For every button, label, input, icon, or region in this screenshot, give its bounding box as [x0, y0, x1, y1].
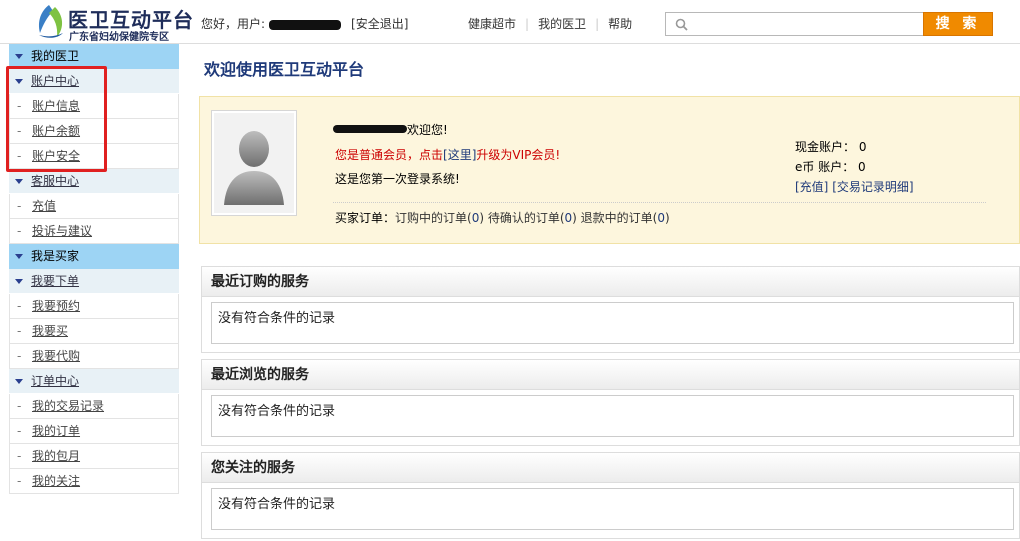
transaction-records-link[interactable]: [交易记录明细]	[832, 180, 913, 194]
user-info-box: 欢迎您! 您是普通会员，点击[这里]升级为VIP会员! 这是您第一次登录系统! …	[199, 96, 1020, 244]
person-silhouette-icon	[224, 131, 284, 205]
account-links: [充值] [交易记录明细]	[795, 177, 914, 197]
sidebar-item-label[interactable]: 充值	[32, 199, 56, 213]
divider	[333, 202, 986, 203]
top-nav: 健康超市 | 我的医卫 | 帮助	[468, 15, 632, 32]
avatar	[211, 110, 297, 216]
search-button[interactable]: 搜 索	[923, 12, 993, 36]
nav-health-market[interactable]: 健康超市	[468, 17, 516, 31]
recharge-link[interactable]: [充值]	[795, 180, 828, 194]
sidebar-item-label[interactable]: 我的包月	[32, 449, 80, 463]
cash-account-row: 现金账户： 0	[795, 137, 914, 157]
panel-empty-message: 没有符合条件的记录	[211, 395, 1014, 437]
user-greeting: 您好，用户: [安全退出]	[201, 15, 408, 32]
triangle-down-icon	[15, 279, 23, 284]
cash-value: 0	[858, 140, 867, 154]
panel-title: 您关注的服务	[202, 453, 1019, 483]
nav-my-yiwei[interactable]: 我的医卫	[538, 17, 586, 31]
sidebar-item-label[interactable]: 投诉与建议	[32, 224, 92, 238]
panel-title: 最近浏览的服务	[202, 360, 1019, 390]
top-bar: 医卫互动平台 广东省妇幼保健院专区 您好，用户: [安全退出] 健康超市 | 我的医卫…	[0, 0, 1020, 44]
sidebar-item-label[interactable]: 我的交易记录	[32, 399, 104, 413]
sidebar-item-label[interactable]: 我的订单	[32, 424, 80, 438]
annotation-highlight-box	[6, 66, 107, 172]
panel-recent-purchases: 最近订购的服务 没有符合条件的记录	[201, 266, 1020, 353]
triangle-down-icon	[15, 54, 23, 59]
sidebar-item-my-orders[interactable]: - 我的订单	[9, 419, 179, 444]
sidebar-group-label[interactable]: 客服中心	[31, 174, 79, 188]
dash-icon: -	[17, 299, 22, 313]
sidebar-item-appointment[interactable]: - 我要预约	[9, 294, 179, 319]
panel-followed-services: 您关注的服务 没有符合条件的记录	[201, 452, 1020, 539]
sidebar-item-label[interactable]: 我的关注	[32, 474, 80, 488]
cash-label: 现金账户：	[795, 140, 856, 154]
sidebar-group-place-order[interactable]: 我要下单	[9, 269, 179, 294]
dash-icon: -	[17, 349, 22, 363]
panel-empty-message: 没有符合条件的记录	[211, 488, 1014, 530]
welcome-text: 欢迎您!	[407, 123, 448, 137]
nav-separator: |	[525, 17, 530, 31]
sidebar-item-proxy-buy[interactable]: - 我要代购	[9, 344, 179, 369]
panel-empty-message: 没有符合条件的记录	[211, 302, 1014, 344]
triangle-down-icon	[15, 254, 23, 259]
greeting-prefix: 您好，用户:	[201, 17, 266, 31]
triangle-down-icon	[15, 379, 23, 384]
dash-icon: -	[17, 324, 22, 338]
sidebar-item-complaints[interactable]: - 投诉与建议	[9, 219, 179, 244]
sidebar-group-service[interactable]: 客服中心	[9, 169, 179, 194]
sidebar-item-following[interactable]: - 我的关注	[9, 469, 179, 494]
dash-icon: -	[17, 399, 22, 413]
logout-link[interactable]: [安全退出]	[351, 17, 408, 31]
nav-separator: |	[595, 17, 600, 31]
sidebar-group-label[interactable]: 我要下单	[31, 274, 79, 288]
sidebar-item-recharge[interactable]: - 充值	[9, 194, 179, 219]
dash-icon: -	[17, 224, 22, 238]
redacted-username	[333, 125, 407, 133]
sidebar-item-transactions[interactable]: - 我的交易记录	[9, 394, 179, 419]
orders-refund-count[interactable]: 0	[657, 211, 665, 225]
sidebar-item-label[interactable]: 我要代购	[32, 349, 80, 363]
ecoin-value: 0	[858, 160, 866, 174]
orders-text: 订购中的订单(	[395, 211, 472, 225]
logo-mark-icon	[39, 5, 63, 38]
buyer-orders-summary: 买家订单：订购中的订单(0) 待确认的订单(0) 退款中的订单(0)	[335, 209, 670, 226]
page-title: 欢迎使用医卫互动平台	[204, 60, 365, 79]
vip-suffix: 升级为VIP会员!	[476, 148, 561, 162]
dash-icon: -	[17, 449, 22, 463]
sidebar-section-label: 我的医卫	[31, 49, 80, 63]
orders-text: ) 退款中的订单(	[572, 211, 658, 225]
sidebar-group-orders[interactable]: 订单中心	[9, 369, 179, 394]
orders-text: )	[665, 211, 670, 225]
sidebar-item-label[interactable]: 我要预约	[32, 299, 80, 313]
account-balances: 现金账户： 0 e币 账户： 0 [充值] [交易记录明细]	[795, 137, 914, 197]
first-login-notice: 这是您第一次登录系统!	[335, 172, 460, 186]
sidebar-item-label[interactable]: 我要买	[32, 324, 68, 338]
sidebar-item-monthly[interactable]: - 我的包月	[9, 444, 179, 469]
vip-prefix: 您是普通会员，点击	[335, 148, 444, 162]
triangle-down-icon	[15, 179, 23, 184]
vip-upgrade-link[interactable]: [这里]	[443, 148, 476, 162]
logo-subtitle: 广东省妇幼保健院专区	[69, 32, 169, 43]
search-input[interactable]	[665, 12, 925, 36]
ecoin-label: e币 账户：	[795, 160, 855, 174]
search-icon	[675, 18, 688, 31]
sidebar-section-label: 我是买家	[31, 249, 80, 263]
panel-recent-views: 最近浏览的服务 没有符合条件的记录	[201, 359, 1020, 446]
vip-upgrade-notice: 您是普通会员，点击[这里]升级为VIP会员!	[335, 146, 560, 163]
panel-title: 最近订购的服务	[202, 267, 1019, 297]
sidebar-section-buyer[interactable]: 我是买家	[9, 244, 179, 269]
nav-help[interactable]: 帮助	[608, 17, 632, 31]
ecoin-account-row: e币 账户： 0	[795, 157, 914, 177]
redacted-username	[269, 19, 342, 30]
sidebar-group-label[interactable]: 订单中心	[31, 374, 79, 388]
dash-icon: -	[17, 199, 22, 213]
dash-icon: -	[17, 424, 22, 438]
orders-text: ) 待确认的订单(	[479, 211, 565, 225]
logo[interactable]: 医卫互动平台 广东省妇幼保健院专区	[33, 3, 193, 43]
orders-label: 买家订单：	[335, 211, 396, 225]
sidebar-item-buy[interactable]: - 我要买	[9, 319, 179, 344]
dash-icon: -	[17, 474, 22, 488]
